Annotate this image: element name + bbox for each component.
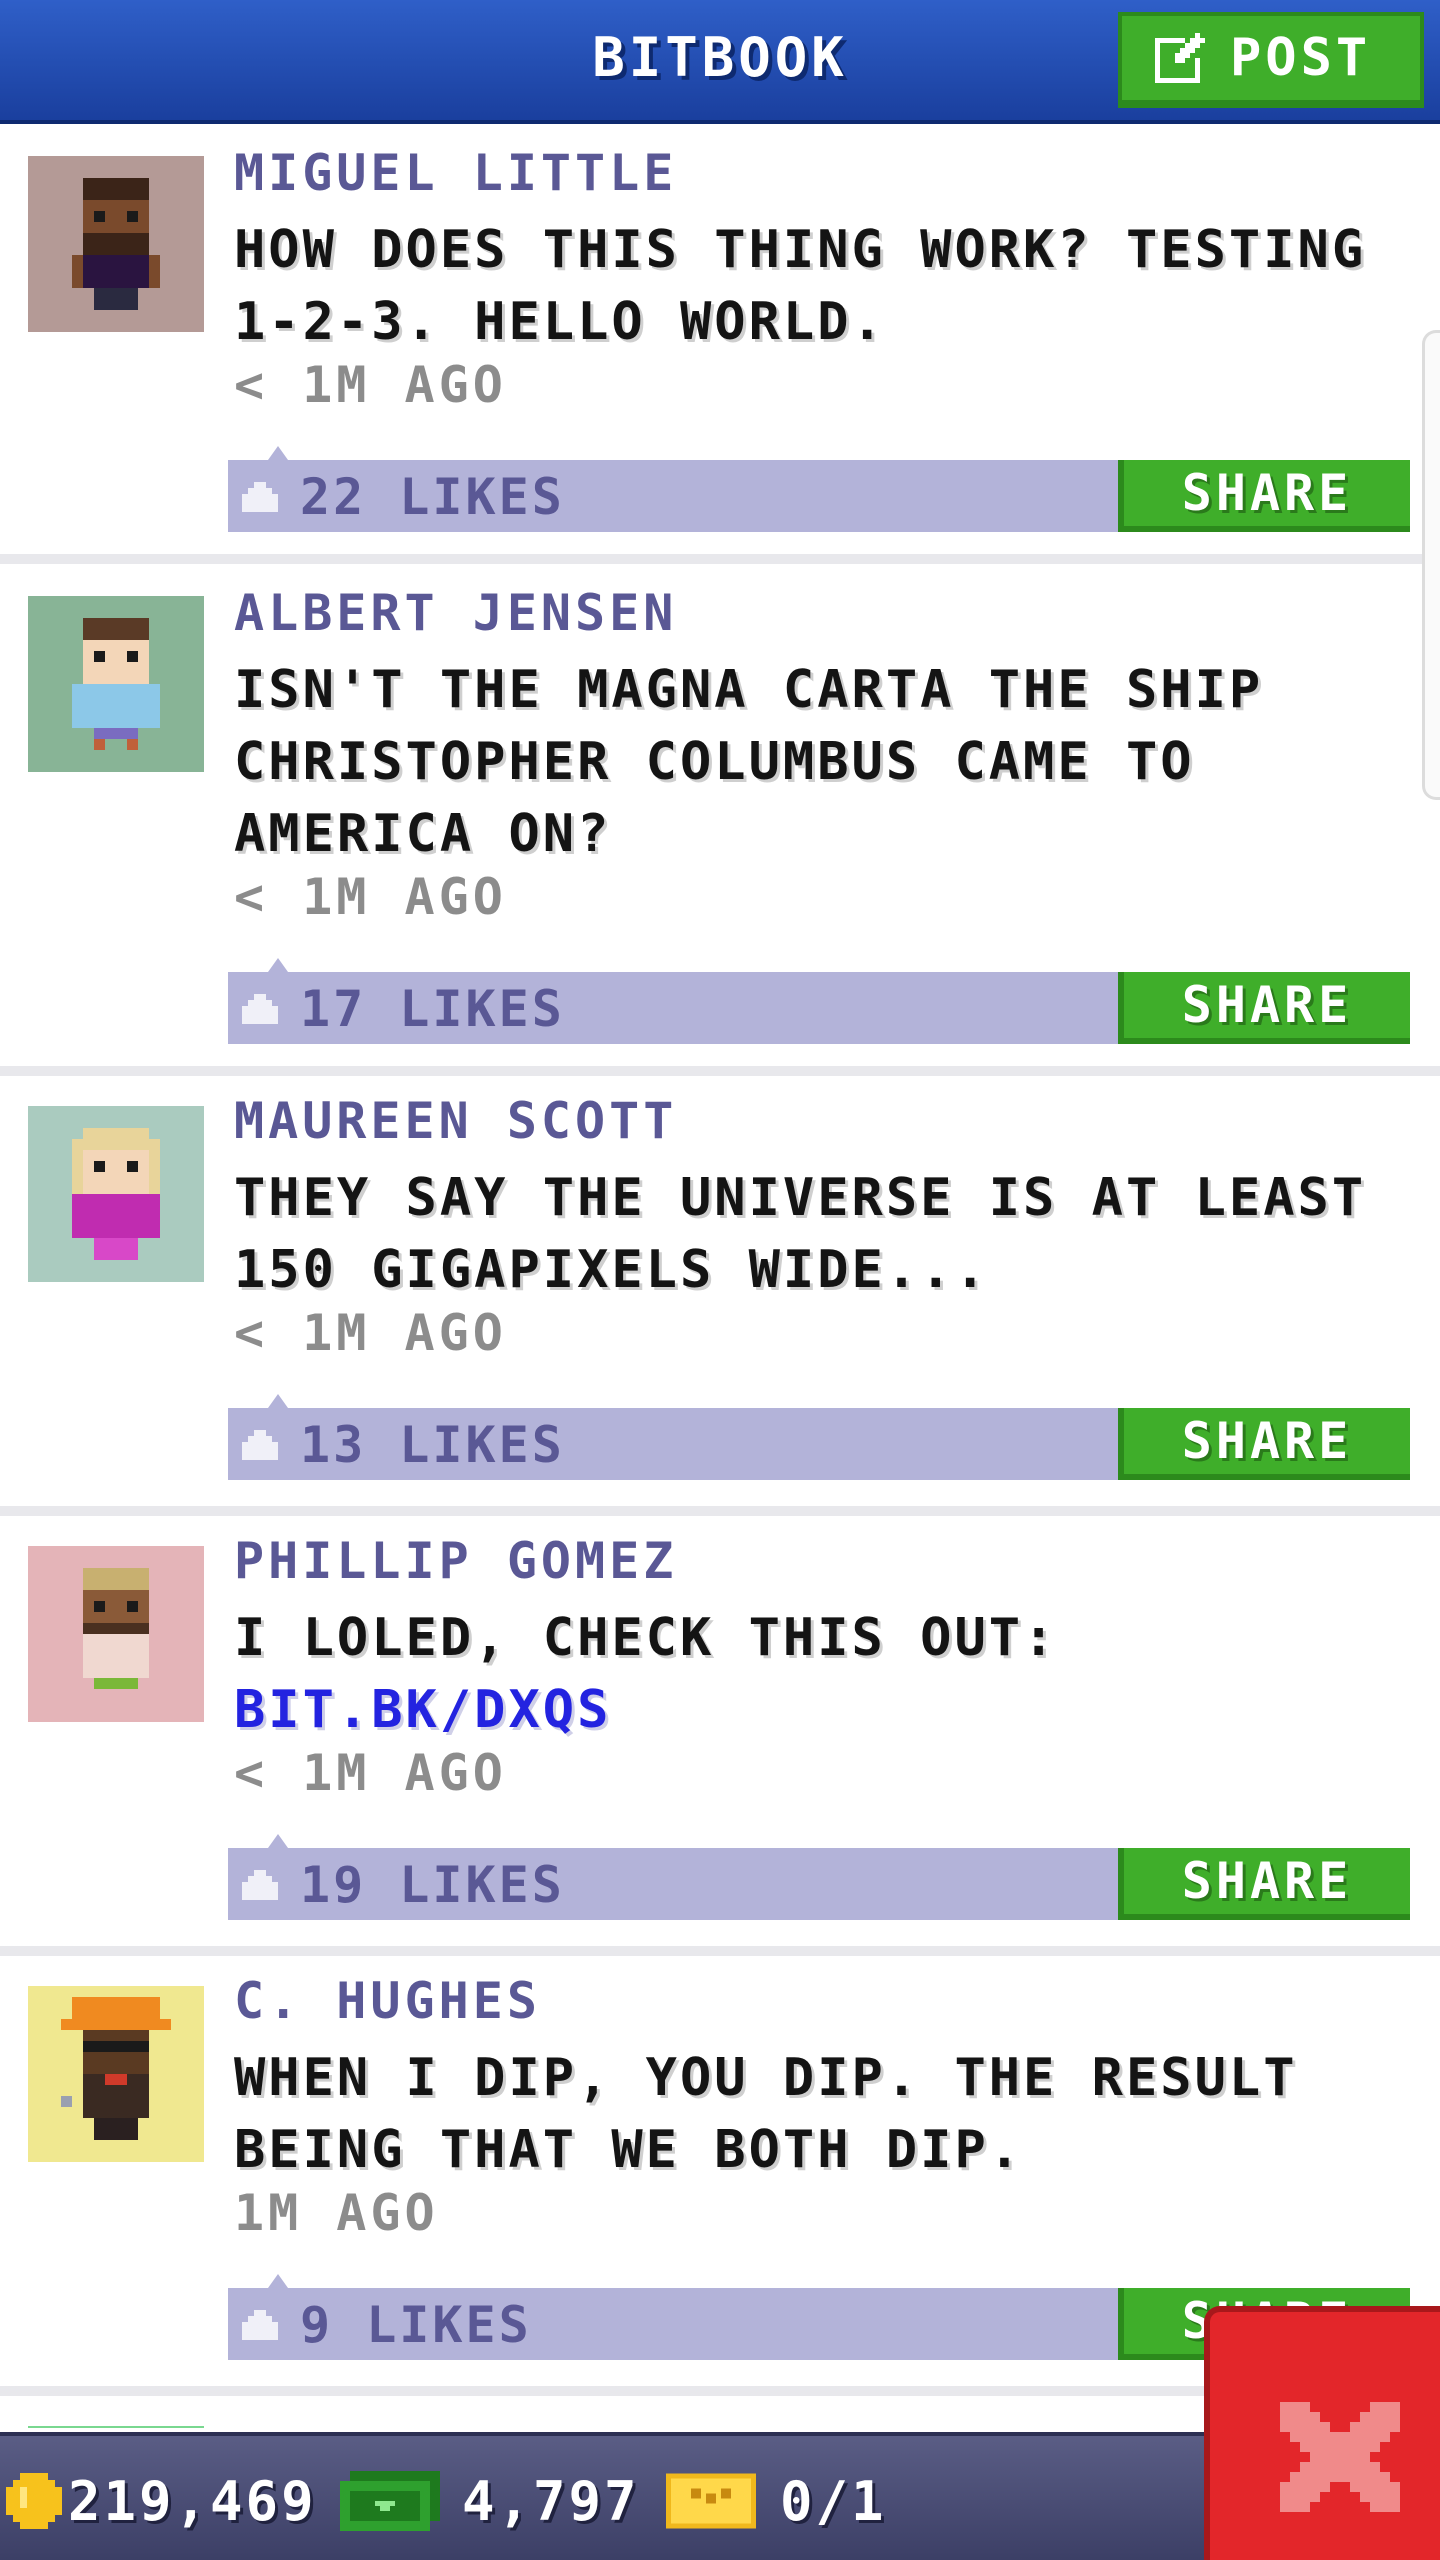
likes-bar: 13 LIKES SHARE [228,1394,1410,1480]
post-timestamp: < 1M AGO [234,1304,507,1362]
likes-bar-notch [268,1834,288,1848]
bux-value: 4,797 [462,2469,640,2533]
post-timestamp: < 1M AGO [234,356,507,414]
post-button[interactable]: POST [1118,12,1424,108]
news-feed[interactable]: MIGUEL LITTLE HOW DOES THIS THING WORK? … [0,128,1440,2428]
thumbs-up-icon[interactable] [242,994,278,1024]
post-timestamp: < 1M AGO [234,868,507,926]
feed-post: MIGUEL LITTLE HOW DOES THIS THING WORK? … [0,128,1440,564]
share-button[interactable]: SHARE [1118,1408,1410,1480]
avatar[interactable] [28,1106,204,1282]
avatar[interactable] [28,1986,204,2162]
likes-bar-notch [268,1394,288,1408]
tickets-value: 0/1 [780,2469,887,2533]
likes-count: 17 LIKES [300,980,565,1038]
post-message: I LOLED, CHECK THIS OUT: BIT.BK/DXQS [234,1602,1384,1746]
thumbs-up-icon[interactable] [242,1870,278,1900]
share-button[interactable]: SHARE [1118,460,1410,532]
post-message: THEY SAY THE UNIVERSE IS AT LEAST 150 GI… [234,1168,1367,1300]
tickets-counter: 0/1 [666,2466,887,2536]
thumbs-up-icon[interactable] [242,2310,278,2340]
likes-bar: 19 LIKES SHARE [228,1834,1410,1920]
avatar[interactable] [28,596,204,772]
likes-bar-notch [268,2274,288,2288]
share-button[interactable]: SHARE [1118,1848,1410,1920]
likes-bar: 17 LIKES SHARE [228,958,1410,1044]
ticket-icon [666,2473,756,2529]
coin-icon [6,2473,62,2529]
likes-count: 13 LIKES [300,1416,565,1474]
post-author[interactable]: MIGUEL LITTLE [234,144,677,202]
thumbs-up-icon[interactable] [242,1430,278,1460]
post-author[interactable]: ALBERT JENSEN [234,584,677,642]
post-timestamp: 1M AGO [234,2184,439,2242]
edit-icon [1155,33,1205,83]
post-link[interactable]: BIT.BK/DXQS [234,1680,611,1740]
avatar[interactable] [28,1546,204,1722]
post-message: ISN'T THE MAGNA CARTA THE SHIP CHRISTOPH… [234,660,1264,864]
close-icon [1280,2402,1400,2512]
bux-icon [340,2471,440,2531]
likes-bar-notch [268,446,288,460]
post-author[interactable]: C. HUGHES [234,1972,541,2030]
close-button[interactable] [1204,2306,1440,2560]
likes-bar-notch [268,958,288,972]
likes-count: 19 LIKES [300,1856,565,1914]
avatar[interactable] [28,156,204,332]
feed-post: ALBERT JENSEN ISN'T THE MAGNA CARTA THE … [0,564,1440,1076]
likes-bar: 22 LIKES SHARE [228,446,1410,532]
post-message: WHEN I DIP, YOU DIP. THE RESULT BEING TH… [234,2048,1298,2180]
avatar[interactable] [28,2426,204,2428]
bux-counter: 4,797 [340,2466,640,2536]
coins-counter: 219,469 [6,2466,317,2536]
post-author[interactable]: MAUREEN SCOTT [234,1092,677,1150]
post-button-label: POST [1230,28,1372,88]
likes-count: 9 LIKES [300,2296,532,2354]
feed-post: PHILLIP GOMEZ I LOLED, CHECK THIS OUT: B… [0,1516,1440,1956]
post-message-text: I LOLED, CHECK THIS OUT: [234,1608,1058,1668]
post-message: HOW DOES THIS THING WORK? TESTING 1-2-3.… [234,220,1367,352]
coins-value: 219,469 [68,2469,317,2533]
feed-post: MAUREEN SCOTT THEY SAY THE UNIVERSE IS A… [0,1076,1440,1516]
scroll-indicator[interactable] [1422,330,1440,800]
app-header: BITBOOK POST [0,0,1440,124]
thumbs-up-icon[interactable] [242,482,278,512]
share-button[interactable]: SHARE [1118,972,1410,1044]
likes-count: 22 LIKES [300,468,565,526]
post-timestamp: < 1M AGO [234,1744,507,1802]
post-author[interactable]: PHILLIP GOMEZ [234,1532,677,1590]
